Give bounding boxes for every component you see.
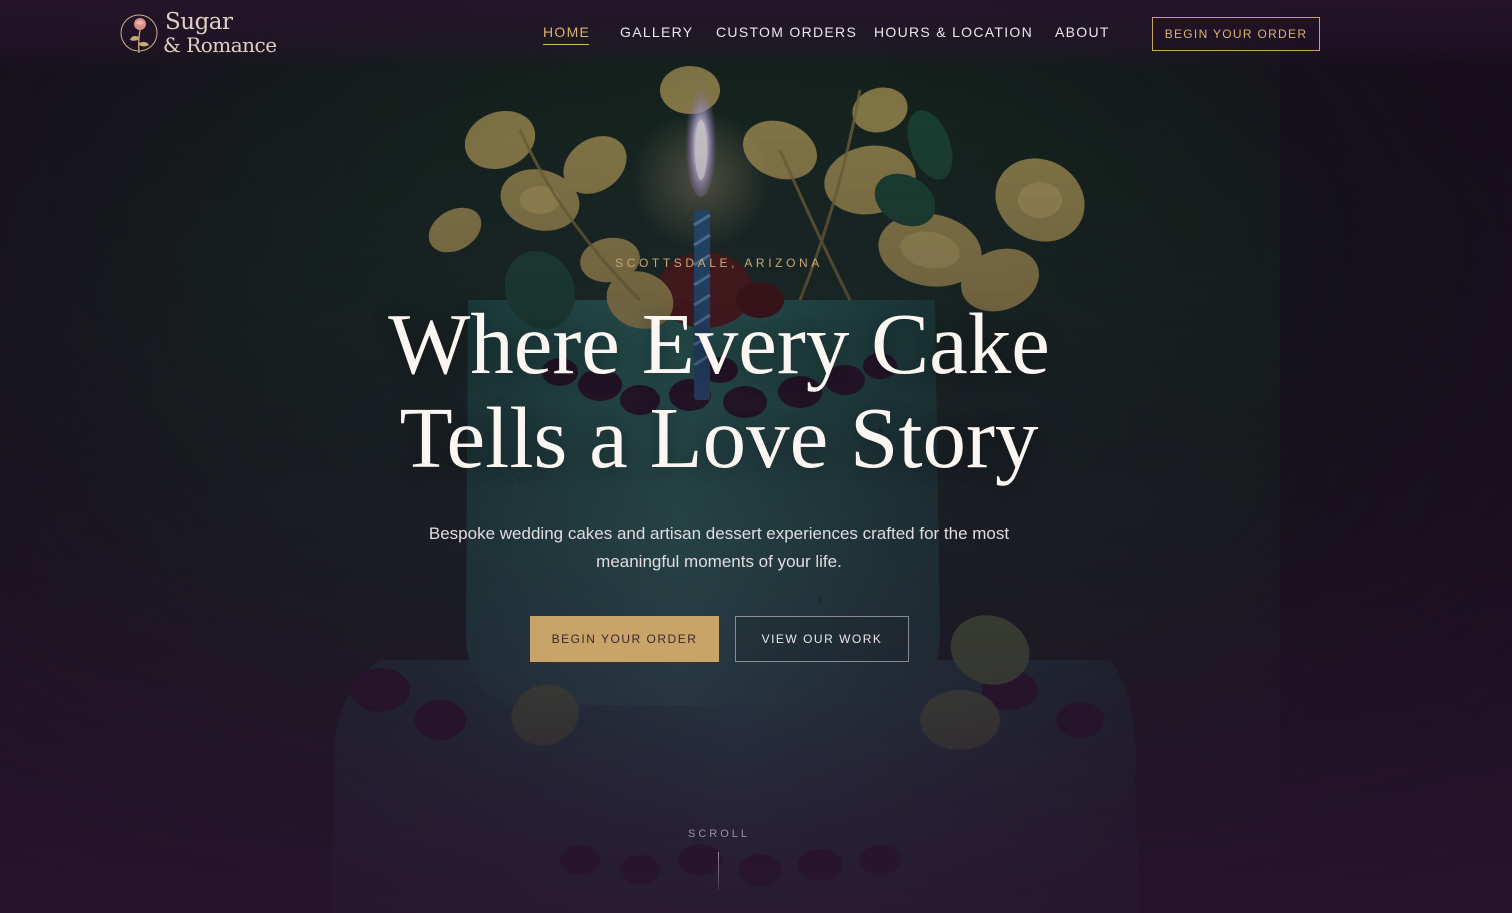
hero-subtitle: Bespoke wedding cakes and artisan desser… <box>428 524 1010 571</box>
hero-location-eyebrow: SCOTTSDALE, ARIZONA <box>615 256 823 270</box>
nav-begin-order-button[interactable]: BEGIN YOUR ORDER <box>1152 17 1320 51</box>
nav-item-home[interactable]: HOME <box>543 24 590 40</box>
hero-headline-line2: Tells a Love Story <box>399 389 1039 486</box>
nav-item-gallery[interactable]: GALLERY <box>620 24 693 40</box>
nav-item-hours-location[interactable]: HOURS & LOCATION <box>874 24 1033 40</box>
hero-section: Sugar & Romance HOME GALLERY CUSTOM ORDE… <box>0 0 1512 913</box>
top-navigation: Sugar & Romance HOME GALLERY CUSTOM ORDE… <box>0 0 1512 68</box>
hero-headline: Where Every Cake Tells a Love Story <box>0 297 1438 485</box>
begin-order-button[interactable]: BEGIN YOUR ORDER <box>530 616 719 662</box>
nav-item-custom-orders[interactable]: CUSTOM ORDERS <box>716 24 857 40</box>
view-our-work-button[interactable]: VIEW OUR WORK <box>735 616 909 662</box>
hero-headline-line1: Where Every Cake <box>388 295 1050 392</box>
active-nav-indicator <box>543 44 589 45</box>
scroll-indicator-label[interactable]: SCROLL <box>0 828 1438 840</box>
nav-item-about[interactable]: ABOUT <box>1055 24 1110 40</box>
scroll-indicator-line <box>718 852 719 890</box>
